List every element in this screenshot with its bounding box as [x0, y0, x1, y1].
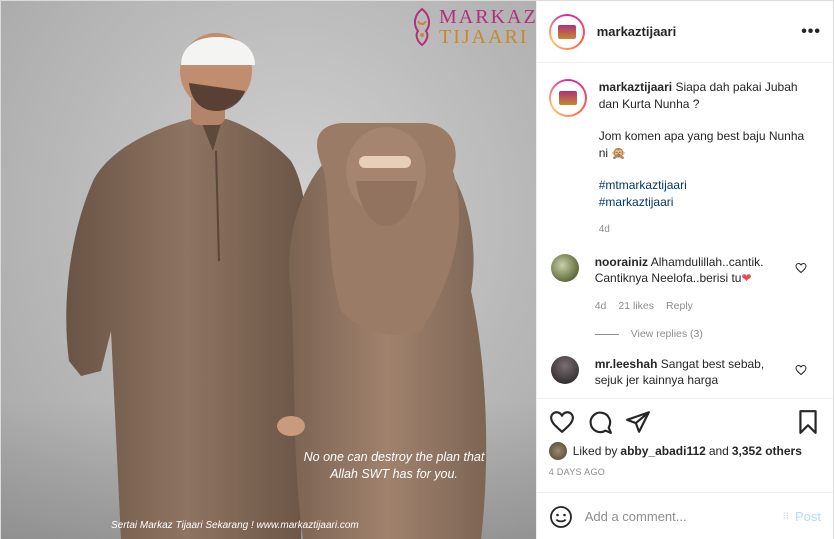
comment-username[interactable]: mr.leeshah: [595, 357, 658, 371]
comment-icon[interactable]: [587, 409, 613, 435]
liker-username[interactable]: abby_abadi112: [620, 444, 705, 458]
emoji-icon[interactable]: [549, 505, 573, 529]
hashtag-link[interactable]: #markaztijaari: [599, 194, 811, 211]
hashtag-link[interactable]: #mtmarkaztijaari: [599, 177, 811, 194]
instagram-post: MARKAZ TIJAARI No one can destroy the pl…: [0, 0, 834, 539]
photo-footer-text: Sertai Markaz Tijaari Sekarang ! www.mar…: [111, 520, 359, 531]
brand-avatar-icon: [558, 91, 577, 105]
likes-prefix: Liked by: [572, 444, 618, 458]
post-age[interactable]: 4 DAYS AGO: [549, 467, 821, 485]
caption-avatar[interactable]: [548, 79, 587, 117]
quote-line1: No one can destroy the plan that: [303, 450, 485, 464]
comment-likes[interactable]: 21 likes: [618, 298, 654, 314]
comment-age: 4d: [594, 300, 607, 312]
post-button-label: Post: [794, 509, 821, 524]
comment-like-heart-icon[interactable]: [795, 262, 807, 274]
share-icon[interactable]: [625, 409, 651, 435]
drag-handle-icon: ⁝⁝: [782, 511, 789, 522]
comments-list[interactable]: markaztijaari Siapa dah pakai Jubah dan …: [537, 63, 833, 398]
caption-username[interactable]: markaztijaari: [599, 80, 672, 94]
comment-avatar[interactable]: [550, 254, 579, 282]
caption-line2: Jom komen apa yang best baju Nunha ni 🙊: [598, 129, 805, 160]
more-dots-icon[interactable]: •••: [801, 23, 821, 41]
post-side-panel: markaztijaari ••• markaztijaari Siapa da…: [535, 1, 833, 539]
post-image[interactable]: MARKAZ TIJAARI No one can destroy the pl…: [1, 1, 536, 539]
liker-avatar[interactable]: [548, 442, 567, 460]
post-actions: Liked by abby_abadi112 and 3,352 others …: [536, 398, 833, 485]
likes-and: and: [708, 444, 729, 458]
red-heart-emoji: ❤: [741, 271, 752, 285]
view-replies-label: View replies (3): [630, 328, 703, 340]
header-username[interactable]: markaztijaari: [597, 24, 801, 39]
caption: markaztijaari Siapa dah pakai Jubah dan …: [548, 79, 821, 238]
photo-quote: No one can destroy the plan that Allah S…: [269, 449, 519, 483]
comment-item: mr.leeshah Sangat best sebab, sejuk jer …: [549, 356, 821, 388]
bookmark-icon[interactable]: [795, 409, 821, 435]
likes-others[interactable]: 3,352 others: [732, 444, 802, 458]
comment-input[interactable]: [584, 509, 783, 524]
likes-summary: Liked by abby_abadi112 and 3,352 others: [548, 439, 821, 463]
comment-avatar[interactable]: [550, 356, 579, 384]
reply-button[interactable]: Reply: [666, 298, 693, 314]
comment-like-heart-icon[interactable]: [795, 364, 807, 376]
replies-line: [594, 333, 619, 335]
header-avatar[interactable]: [548, 13, 585, 50]
quote-line2: Allah SWT has for you.: [330, 467, 458, 481]
comment-username[interactable]: noorainiz: [595, 255, 648, 269]
comment-item: noorainiz Alhamdulillah..cantik. Cantikn…: [549, 254, 821, 314]
caption-age: 4d: [598, 224, 610, 235]
post-header: markaztijaari •••: [536, 1, 833, 63]
heart-icon[interactable]: [549, 409, 575, 435]
brand-line1: MARKAZ: [439, 6, 536, 28]
add-comment-bar: ⁝⁝ Post: [536, 492, 833, 539]
brand-avatar-icon: [557, 24, 576, 39]
view-replies-button[interactable]: View replies (3): [594, 328, 821, 340]
post-button[interactable]: ⁝⁝ Post: [783, 509, 821, 524]
